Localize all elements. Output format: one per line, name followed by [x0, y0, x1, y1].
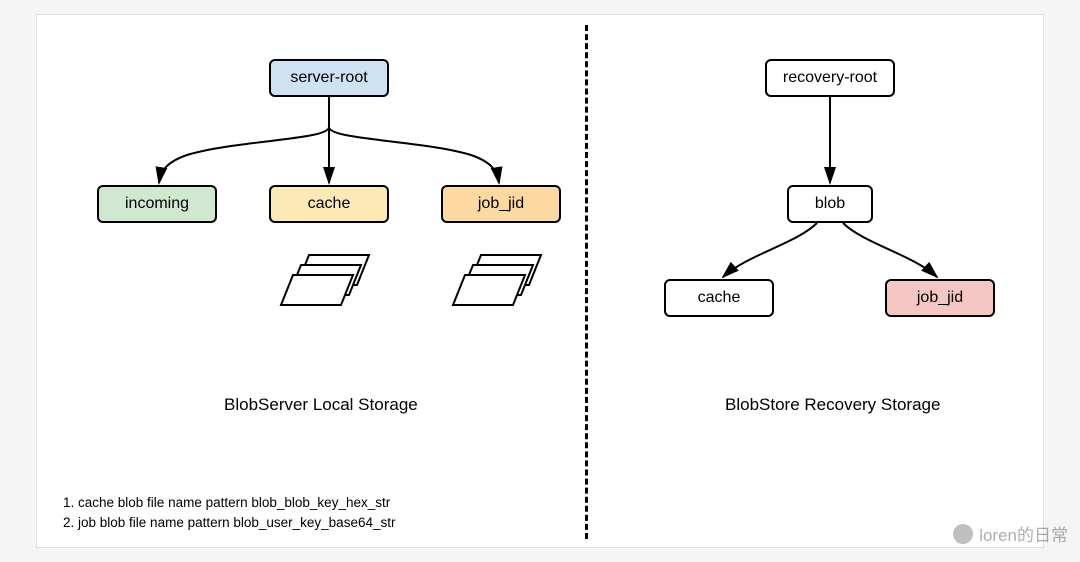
file-stack-jobjid — [453, 255, 541, 305]
edge-serverroot-jobjid — [329, 97, 499, 183]
edge-serverroot-incoming — [159, 97, 329, 183]
edge-blob-cache — [723, 223, 817, 277]
diagram-canvas: server-root incoming cache job_jid recov… — [36, 14, 1044, 548]
watermark-text: loren的日常 — [979, 521, 1068, 546]
node-blob: blob — [787, 185, 873, 223]
caption-right: BlobStore Recovery Storage — [725, 395, 940, 415]
node-cache-right: cache — [664, 279, 774, 317]
node-job-jid-right: job_jid — [885, 279, 995, 317]
note-line-1: 1. cache blob file name pattern blob_blo… — [63, 493, 395, 513]
node-server-root: server-root — [269, 59, 389, 97]
notes: 1. cache blob file name pattern blob_blo… — [63, 493, 395, 532]
edge-blob-jobjid — [843, 223, 937, 277]
node-job-jid-left: job_jid — [441, 185, 561, 223]
node-incoming: incoming — [97, 185, 217, 223]
note-line-2: 2. job blob file name pattern blob_user_… — [63, 513, 395, 533]
panel-divider — [585, 25, 588, 539]
file-stack-cache — [281, 255, 369, 305]
caption-left: BlobServer Local Storage — [224, 395, 418, 415]
node-recovery-root: recovery-root — [765, 59, 895, 97]
watermark: loren的日常 — [953, 521, 1068, 546]
wechat-icon — [953, 524, 973, 544]
node-cache-left: cache — [269, 185, 389, 223]
